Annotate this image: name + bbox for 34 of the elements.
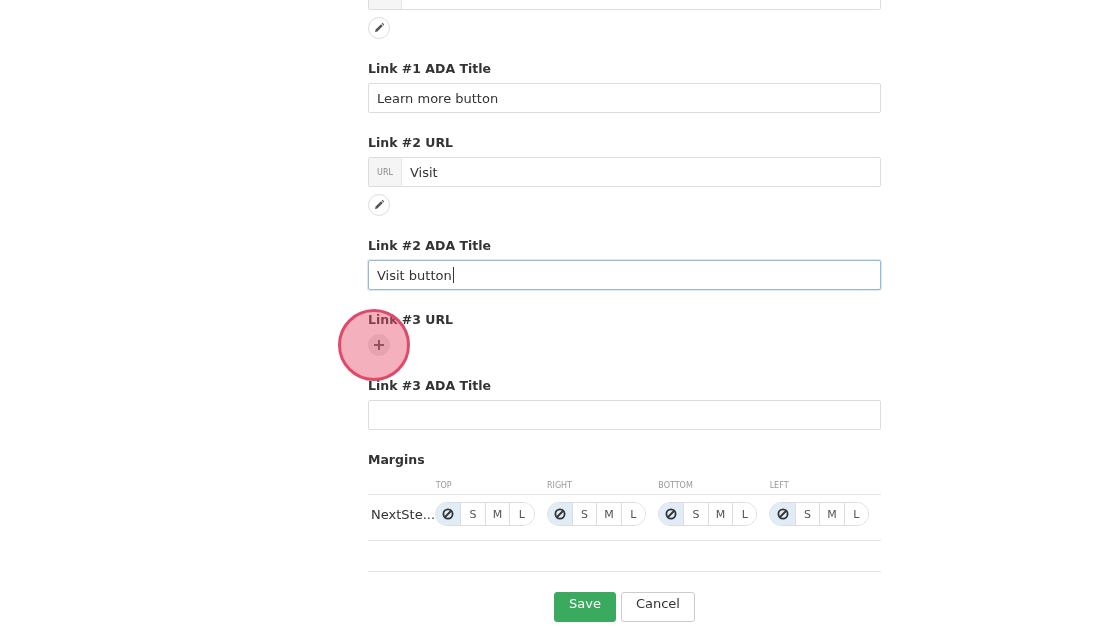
edit-button[interactable]: [368, 17, 390, 39]
none-option[interactable]: [659, 503, 684, 525]
prohibited-icon: [442, 508, 455, 520]
prohibited-icon: [776, 508, 789, 520]
none-option[interactable]: [436, 503, 461, 525]
column-header: LEFT: [769, 481, 790, 490]
none-option[interactable]: [770, 503, 795, 525]
size-option[interactable]: L: [732, 503, 757, 525]
column-header: BOTTOM: [658, 481, 694, 490]
field-label: Link #3 ADA Title: [368, 378, 492, 393]
add-button[interactable]: [368, 334, 390, 356]
text-field[interactable]: Visit button: [368, 260, 881, 290]
cancel-button[interactable]: Cancel: [620, 592, 695, 622]
prohibited-icon: [665, 508, 678, 520]
url-prefix: URL: [369, 158, 402, 186]
plus-icon: [374, 340, 384, 350]
text-field[interactable]: [368, 400, 881, 430]
edit-button[interactable]: [368, 194, 390, 216]
size-option[interactable]: L: [509, 503, 534, 525]
prohibited-icon: [553, 508, 566, 520]
url-field[interactable]: URL Visit: [368, 157, 881, 187]
row-label: NextSte...: [370, 506, 436, 522]
none-option[interactable]: [547, 503, 572, 525]
column-header: RIGHT: [546, 481, 573, 490]
pencil-icon: [373, 22, 385, 34]
size-option[interactable]: L: [843, 503, 868, 525]
column-header: TOP: [435, 481, 453, 490]
field-label: Link #2 ADA Title: [368, 238, 492, 253]
field-label: Link #2 URL: [368, 135, 455, 150]
field-label: Link #1 ADA Title: [368, 61, 492, 76]
section-title: Margins: [368, 452, 426, 467]
text-field[interactable]: Learn more button: [368, 83, 881, 113]
size-option[interactable]: L: [620, 503, 645, 525]
pencil-icon: [373, 199, 385, 211]
